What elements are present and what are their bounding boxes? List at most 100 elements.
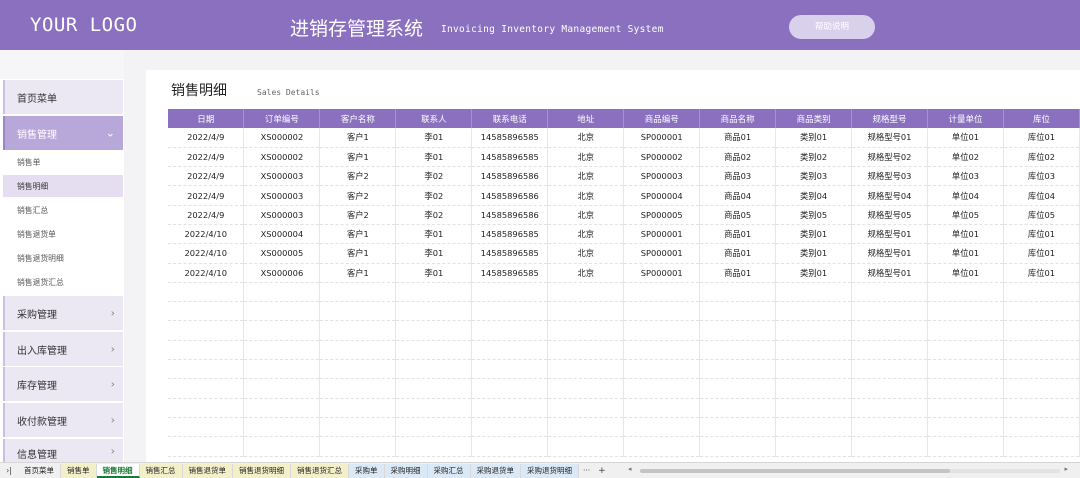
table-cell[interactable]: 北京 [547,166,625,187]
table-cell[interactable]: XS000003 [243,185,321,206]
table-cell[interactable] [319,340,397,361]
table-cell[interactable]: XS000005 [243,243,321,264]
table-cell[interactable]: 类别01 [775,243,853,264]
table-cell[interactable] [547,436,625,457]
table-row-empty[interactable] [168,320,1080,341]
table-row-empty[interactable] [168,398,1080,418]
table-cell[interactable]: 单位05 [927,205,1004,225]
table-cell[interactable] [775,340,853,361]
sheet-tab[interactable]: 采购明细 [384,463,428,478]
table-cell[interactable] [623,359,701,380]
table-row[interactable]: 2022/4/10 XS000006 客户1 李01 14585896585 北京 SP00… [168,263,1080,283]
table-cell[interactable]: 2022/4/10 [168,263,245,283]
table-cell[interactable] [775,301,853,322]
table-cell[interactable]: 北京 [547,185,625,206]
table-cell[interactable]: 类别01 [775,263,853,283]
table-cell[interactable]: 2022/4/9 [168,185,245,206]
table-cell[interactable]: 库位05 [1003,205,1080,225]
table-cell[interactable]: 类别01 [775,224,853,245]
table-cell[interactable] [1003,378,1080,399]
table-cell[interactable] [927,320,1004,341]
table-cell[interactable]: 单位01 [927,263,1004,283]
table-row[interactable]: 2022/4/9 XS000003 客户2 李02 14585896586 北京 SP000… [168,205,1080,225]
table-row[interactable]: 2022/4/10 XS000004 客户1 李01 14585896585 北京 SP00… [168,224,1080,245]
sheet-tab[interactable]: 采购单 [349,463,385,478]
sheet-tab[interactable]: 销售退货明细 [233,463,291,478]
table-cell[interactable]: 商品01 [699,263,777,283]
table-cell[interactable] [168,398,245,418]
table-cell[interactable]: 14585896585 [471,243,549,264]
table-cell[interactable]: 客户1 [319,263,397,283]
table-cell[interactable] [168,282,245,303]
scrollbar-thumb[interactable] [640,469,950,473]
table-cell[interactable]: 李01 [395,243,473,264]
table-cell[interactable] [1003,436,1080,457]
table-cell[interactable] [699,378,777,399]
table-cell[interactable]: 14585896586 [471,166,549,187]
table-cell[interactable] [319,301,397,322]
table-row[interactable]: 2022/4/10 XS000005 客户1 李01 14585896585 北京 SP00… [168,243,1080,264]
table-cell[interactable] [471,378,549,399]
table-cell[interactable] [699,417,777,438]
sidebar-item-purchase[interactable]: 采购管理 › [3,296,123,330]
table-cell[interactable] [623,340,701,361]
table-cell[interactable]: 类别01 [775,128,853,148]
table-cell[interactable] [471,282,549,303]
table-cell[interactable] [319,282,397,303]
table-row-empty[interactable] [168,436,1080,457]
table-cell[interactable]: 类别05 [775,205,853,225]
table-cell[interactable]: 商品01 [699,128,777,148]
table-cell[interactable] [927,436,1004,457]
table-cell[interactable]: SP000001 [623,243,701,264]
table-cell[interactable]: 商品01 [699,224,777,245]
table-cell[interactable]: XS000004 [243,224,321,245]
table-row-empty[interactable] [168,378,1080,399]
table-cell[interactable]: 规格型号01 [851,128,929,148]
table-cell[interactable]: XS000003 [243,205,321,225]
table-cell[interactable]: 14585896586 [471,185,549,206]
table-cell[interactable]: XS000003 [243,166,321,187]
sidebar-item-sales[interactable]: 销售管理 ⌄ [3,116,123,150]
table-cell[interactable]: 库位01 [1003,128,1080,148]
table-cell[interactable] [243,436,321,457]
sheet-tab[interactable]: 销售退货单 [182,463,233,478]
table-cell[interactable]: 14585896585 [471,147,549,168]
table-cell[interactable]: SP000003 [623,166,701,187]
table-cell[interactable]: 库位02 [1003,147,1080,168]
table-cell[interactable] [1003,320,1080,341]
table-cell[interactable] [471,340,549,361]
table-cell[interactable]: 李02 [395,185,473,206]
table-cell[interactable]: 单位02 [927,147,1004,168]
table-cell[interactable] [547,359,625,380]
table-row[interactable]: 2022/4/9 XS000003 客户2 李02 14585896586 北京 SP000… [168,185,1080,206]
table-row-empty[interactable] [168,301,1080,322]
table-cell[interactable]: 类别04 [775,185,853,206]
table-cell[interactable]: SP000001 [623,128,701,148]
table-cell[interactable]: 北京 [547,147,625,168]
table-cell[interactable] [168,417,245,438]
sheet-tab[interactable]: 首页菜单 [18,463,61,478]
table-cell[interactable] [775,378,853,399]
table-cell[interactable]: 库位01 [1003,263,1080,283]
table-row-empty[interactable] [168,417,1080,438]
table-cell[interactable] [168,340,245,361]
sheet-tab[interactable]: 销售汇总 [139,463,183,478]
table-cell[interactable]: 单位01 [927,243,1004,264]
sidebar-subitem-sales-details[interactable]: 销售明细 [3,175,123,197]
table-cell[interactable] [1003,301,1080,322]
table-cell[interactable]: 客户2 [319,205,397,225]
table-cell[interactable]: 2022/4/9 [168,147,245,168]
table-cell[interactable]: 类别03 [775,166,853,187]
table-cell[interactable]: 客户2 [319,166,397,187]
table-cell[interactable]: 商品01 [699,243,777,264]
table-cell[interactable] [395,436,473,457]
table-cell[interactable]: 库位03 [1003,166,1080,187]
table-cell[interactable]: 北京 [547,224,625,245]
sheet-tab[interactable]: 销售单 [61,463,97,478]
table-cell[interactable]: 规格型号04 [851,185,929,206]
table-cell[interactable] [623,301,701,322]
table-cell[interactable] [395,398,473,418]
sheet-tab[interactable]: 销售明细 [96,463,140,478]
table-cell[interactable] [623,378,701,399]
table-cell[interactable] [243,378,321,399]
